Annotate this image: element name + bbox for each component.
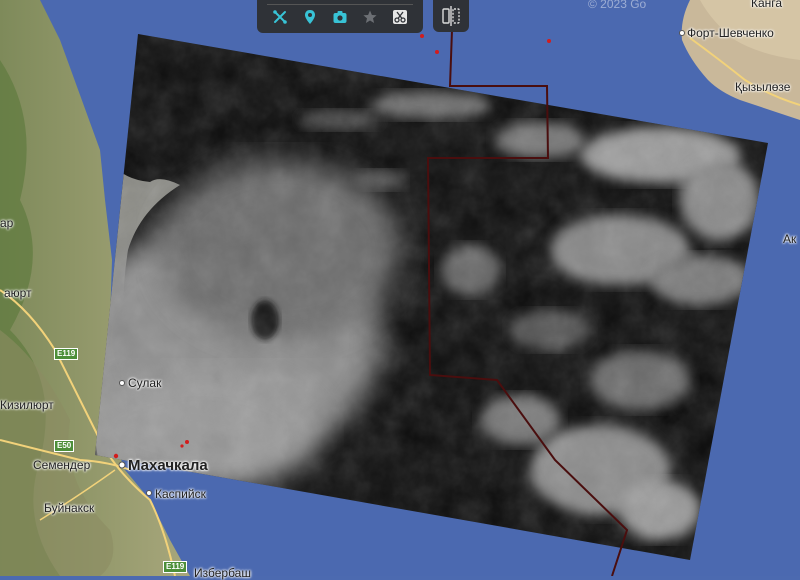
place-label-kyzylozen: Қызылөзе xyxy=(735,80,791,94)
scissors-icon[interactable] xyxy=(391,8,409,26)
place-label-semender: Семендер xyxy=(33,458,91,472)
red-marker xyxy=(435,50,439,54)
red-marker xyxy=(547,39,551,43)
place-label-kanga: Канга xyxy=(751,0,783,10)
city-dot-makhachkala xyxy=(118,461,126,469)
split-view-button[interactable] xyxy=(433,0,469,32)
road-badge-e119: E119 xyxy=(54,348,79,360)
map-copyright: © 2023 Go xyxy=(588,0,647,11)
place-label-fort-shevchenko: Форт-Шевченко xyxy=(687,26,774,40)
place-label-sulak: Сулак xyxy=(128,376,162,390)
city-dot-kaspiysk xyxy=(146,490,152,496)
measure-tool-icon[interactable] xyxy=(271,8,289,26)
place-label-ar: ар xyxy=(0,216,14,230)
place-label-buynaksk: Буйнакск xyxy=(44,501,95,515)
split-view-icon xyxy=(442,6,460,26)
place-label-kizilyurt: Кизилюрт xyxy=(0,398,54,412)
red-marker xyxy=(420,34,424,38)
red-marker xyxy=(180,444,184,448)
place-marker-icon[interactable] xyxy=(301,8,319,26)
road-badge-e50: E50 xyxy=(54,440,75,452)
place-label-makhachkala: Махачкала xyxy=(128,457,208,474)
place-label-bottom-partial: Избербаш xyxy=(194,566,251,580)
map-canvas[interactable] xyxy=(0,0,800,576)
city-dot-sulak xyxy=(119,380,125,386)
road-badge-e119-south: E119 xyxy=(163,561,188,573)
favorite-star-icon[interactable] xyxy=(361,8,379,26)
map-toolbar xyxy=(257,0,423,33)
screenshot-camera-icon[interactable] xyxy=(331,8,349,26)
place-label-aurt: аюрт xyxy=(4,286,32,300)
place-label-kaspiysk: Каспийск xyxy=(155,487,206,501)
red-marker xyxy=(185,440,189,444)
place-label-ak: Ак xyxy=(783,232,797,246)
city-dot-fort-shevchenko xyxy=(679,30,685,36)
red-marker xyxy=(113,453,119,459)
toolbar-top-strip xyxy=(267,0,413,5)
